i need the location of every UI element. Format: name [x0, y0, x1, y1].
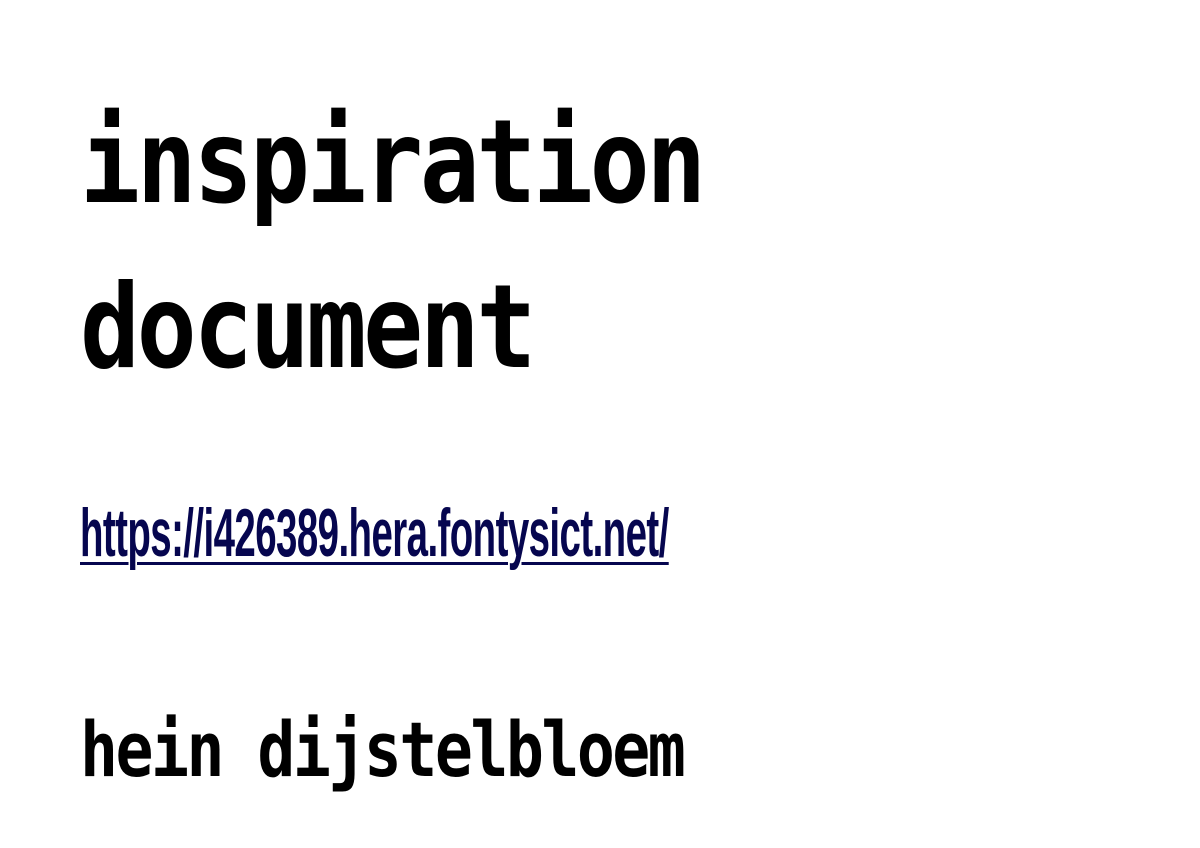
page-title-line-1: inspiration [80, 95, 706, 230]
author-name: hein dijstelbloem [80, 705, 686, 794]
portfolio-link[interactable]: https://i426389.hera.fontysict.net/ [80, 494, 669, 572]
document-page: inspiration document https://i426389.her… [0, 0, 1200, 848]
page-title-line-2: document [80, 260, 536, 395]
